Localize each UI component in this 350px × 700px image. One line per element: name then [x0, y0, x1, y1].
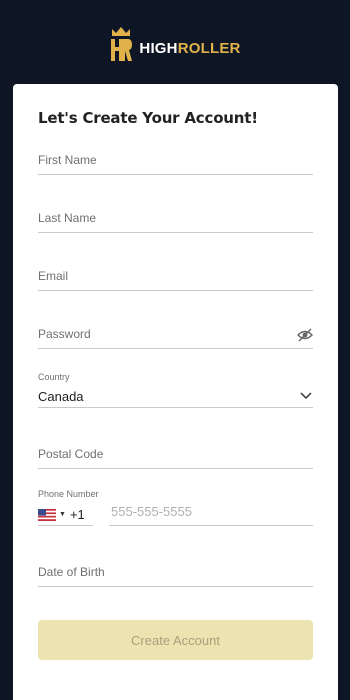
form-title: Let's Create Your Account! [38, 109, 258, 127]
country-select[interactable]: Country Canada [38, 369, 313, 408]
phone-country-code-select[interactable]: ▼ +1 [38, 504, 93, 526]
first-name-placeholder: First Name [38, 153, 97, 167]
crown-logo-icon [111, 27, 133, 61]
date-of-birth-field[interactable]: Date of Birth [38, 557, 313, 587]
email-placeholder: Email [38, 269, 69, 283]
postal-code-field[interactable]: Postal Code [38, 439, 313, 469]
last-name-placeholder: Last Name [38, 211, 97, 225]
phone-label: Phone Number [38, 489, 99, 499]
phone-code-value: +1 [69, 507, 85, 522]
chevron-down-icon[interactable] [299, 391, 313, 401]
brand-logo: HIGHROLLER [0, 24, 350, 64]
postal-code-placeholder: Postal Code [38, 447, 104, 461]
create-account-button[interactable]: Create Account [38, 620, 313, 660]
phone-number-field[interactable]: 555-555-5555 [109, 496, 313, 526]
date-of-birth-placeholder: Date of Birth [38, 565, 105, 579]
us-flag-icon [38, 508, 56, 521]
password-field[interactable]: Password [38, 318, 313, 349]
country-value: Canada [38, 389, 84, 404]
caret-down-icon: ▼ [59, 511, 66, 518]
country-label: Country [38, 372, 70, 382]
eye-off-icon[interactable] [297, 328, 313, 342]
email-field[interactable]: Email [38, 260, 313, 291]
first-name-field[interactable]: First Name [38, 144, 313, 175]
phone-number-placeholder: 555-555-5555 [111, 504, 192, 519]
password-placeholder: Password [38, 327, 91, 341]
last-name-field[interactable]: Last Name [38, 202, 313, 233]
brand-name: HIGHROLLER [139, 39, 241, 57]
signup-card: Let's Create Your Account! First Name La… [13, 84, 338, 700]
